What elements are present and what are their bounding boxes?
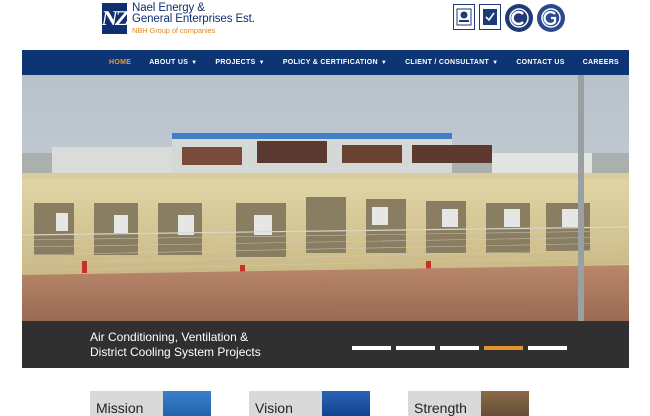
nav-item-client-consultant[interactable]: CLIENT / CONSULTANT ▼ xyxy=(396,50,507,75)
logo-text: NZ xyxy=(99,6,130,30)
card-label: Vision xyxy=(255,400,293,416)
chevron-down-icon: ▼ xyxy=(492,60,499,66)
slider-caption-line1: Air Conditioning, Ventilation & xyxy=(90,330,249,344)
card-label: Mission xyxy=(96,400,144,416)
nav-item-policy-certification[interactable]: POLICY & CERTIFICATION ▼ xyxy=(274,50,396,75)
slider-dot[interactable] xyxy=(352,346,391,350)
slider-dot[interactable] xyxy=(484,346,523,350)
nav-item-home[interactable]: HOME xyxy=(100,50,140,75)
cert-seal-icon xyxy=(537,4,565,32)
mission-card[interactable]: Mission xyxy=(90,391,211,416)
nav-item-label: PROJECTS xyxy=(215,59,256,66)
vision-card[interactable]: Vision xyxy=(249,391,370,416)
main-nav: HOME ABOUT US ▼ PROJECTS ▼ POLICY & CERTIFICA… xyxy=(22,50,629,75)
company-name-line2: General Enterprises Est. xyxy=(132,13,255,25)
company-subtitle: NBH Group of companies xyxy=(132,26,216,35)
nav-item-label: ABOUT US xyxy=(149,59,189,66)
nav-item-about-us[interactable]: ABOUT US ▼ xyxy=(140,50,206,75)
hero-photo-district-cooling-plant xyxy=(22,75,629,321)
site-header: NZ Nael Energy & General Enterprises Est… xyxy=(0,0,650,50)
slider-caption: Air Conditioning, Ventilation & District… xyxy=(90,330,261,360)
nav-item-label: CONTACT US xyxy=(516,59,565,66)
chevron-down-icon: ▼ xyxy=(191,60,198,66)
card-label: Strength xyxy=(414,400,467,416)
mission-thumbnail xyxy=(163,391,211,416)
cert-seal-icon xyxy=(505,4,533,32)
chevron-down-icon: ▼ xyxy=(380,60,388,66)
nav-item-contact-us[interactable]: CONTACT US xyxy=(507,50,573,75)
strength-card[interactable]: Strength xyxy=(408,391,529,416)
certification-logos xyxy=(453,4,565,32)
chevron-down-icon: ▼ xyxy=(258,60,265,66)
nav-item-label: CLIENT / CONSULTANT xyxy=(405,59,490,66)
slider-dot[interactable] xyxy=(396,346,435,350)
nav-item-label: HOME xyxy=(109,59,132,66)
nav-item-projects[interactable]: PROJECTS ▼ xyxy=(206,50,273,75)
company-logo[interactable]: NZ xyxy=(99,3,130,34)
info-cards: Mission Vision Strength xyxy=(90,391,529,416)
nav-item-careers[interactable]: CAREERS xyxy=(574,50,628,75)
company-name: Nael Energy & General Enterprises Est. N… xyxy=(132,2,255,35)
slider-pagination xyxy=(352,346,567,350)
strength-thumbnail xyxy=(481,391,529,416)
slider-dot[interactable] xyxy=(440,346,479,350)
slider-caption-line2: District Cooling System Projects xyxy=(90,345,261,359)
slider-dot[interactable] xyxy=(528,346,567,350)
iso-cert-icon xyxy=(453,4,475,30)
slider-caption-bar: Air Conditioning, Ventilation & District… xyxy=(22,321,629,368)
hero-slider-image xyxy=(22,75,629,321)
vision-thumbnail xyxy=(322,391,370,416)
nav-item-label: POLICY & CERTIFICATION xyxy=(282,59,378,66)
quality-cert-icon xyxy=(479,4,501,30)
nav-item-label: CAREERS xyxy=(582,59,620,66)
